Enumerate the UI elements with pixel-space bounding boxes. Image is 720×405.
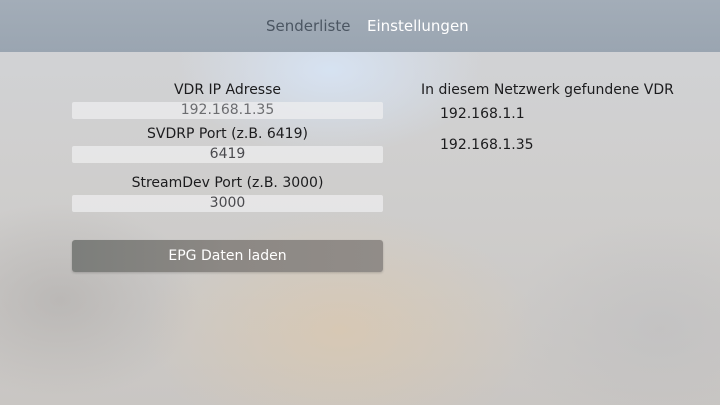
discovered-vdr-title: In diesem Netzwerk gefundene VDR xyxy=(421,82,674,98)
streamdev-port-field[interactable]: 3000 xyxy=(72,195,383,212)
tab-bar: Senderliste Einstellungen xyxy=(0,0,720,52)
svdrp-port-label: SVDRP Port (z.B. 6419) xyxy=(147,126,308,142)
svdrp-port-field[interactable]: 6419 xyxy=(72,146,383,163)
vdr-ip-label: VDR IP Adresse xyxy=(173,82,282,98)
vdr-ip-field[interactable]: 192.168.1.35 xyxy=(72,102,383,119)
discovered-vdr-item[interactable]: 192.168.1.1 xyxy=(440,105,525,123)
load-epg-button[interactable]: EPG Daten laden xyxy=(72,240,383,272)
tab-einstellungen[interactable]: Einstellungen xyxy=(367,16,469,36)
discovered-vdr-item[interactable]: 192.168.1.35 xyxy=(440,136,534,154)
streamdev-port-label: StreamDev Port (z.B. 3000) xyxy=(131,175,324,191)
tab-senderliste[interactable]: Senderliste xyxy=(266,16,350,36)
